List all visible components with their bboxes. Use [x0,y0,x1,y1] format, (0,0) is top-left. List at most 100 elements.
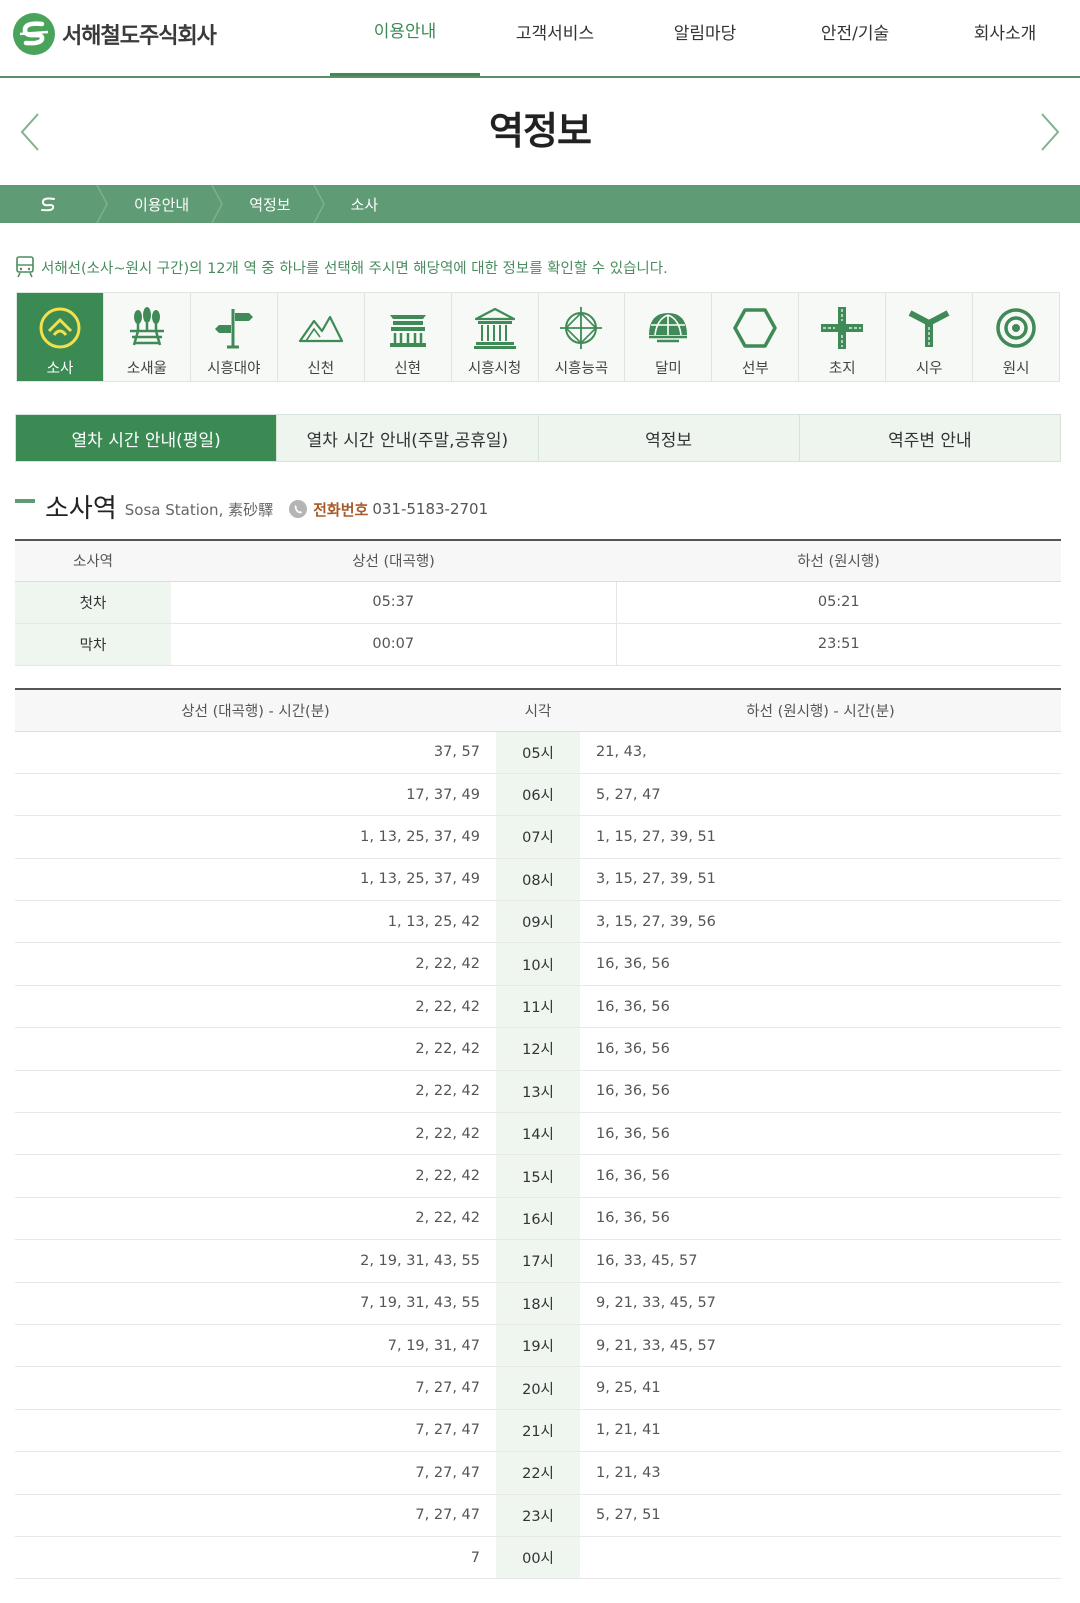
up-minutes: 37, 57 [15,731,496,774]
site-header: 서해철도주식회사 이용안내 고객서비스 알림마당 안전/기술 회사소개 [0,0,1080,78]
up-minutes: 7, 27, 47 [15,1494,496,1537]
station-label: 소새울 [126,361,167,377]
up-minutes: 2, 22, 42 [15,1112,496,1156]
hour-cell: 13시 [496,1070,580,1114]
station-label: 선부 [741,361,769,377]
station-label: 원시 [1002,361,1030,377]
info-text: 서해선(소사~원시 구간)의 12개 역 중 하나를 선택해 주시면 해당역에 … [41,260,668,277]
table-header: 시각 [496,689,580,732]
table-row: 1, 13, 25, 37, 49 08시 3, 15, 27, 39, 51 [15,858,1061,902]
down-time: 23:51 [616,623,1061,666]
gnb-item-notice[interactable]: 알림마당 [630,0,780,76]
train-icon [16,256,34,278]
hour-cell: 09시 [496,900,580,944]
station-item-siu[interactable]: 시우 [886,293,974,381]
logo-text: 서해철도주식회사 [62,24,217,49]
table-row: 37, 57 05시 21, 43, [15,731,1061,774]
crossroad-icon [821,307,864,349]
table-row: 7 00시 [15,1536,1061,1580]
station-item-sosa[interactable]: 소사 [17,293,104,381]
up-minutes: 1, 13, 25, 37, 49 [15,815,496,859]
hour-cell: 10시 [496,942,580,986]
up-minutes: 7, 19, 31, 43, 55 [15,1282,496,1325]
gnb-item-guide[interactable]: 이용안내 [330,0,480,76]
tab-nearby-info[interactable]: 역주변 안내 [799,415,1060,461]
table-row: 2, 22, 42 12시 16, 36, 56 [15,1027,1061,1071]
table-row: 7, 27, 47 21시 1, 21, 41 [15,1409,1061,1453]
station-selector: 소사 소새울 시흥대야 신천 신현 시흥시청 시흥능곡 달미 선부 초지 시우 … [16,292,1060,382]
down-minutes: 16, 36, 56 [580,1027,1061,1071]
row-label: 첫차 [15,581,171,624]
heading-bar [15,499,35,503]
table-row: 1, 13, 25, 42 09시 3, 15, 27, 39, 56 [15,900,1061,944]
home-logo-icon [41,197,55,212]
hour-cell: 11시 [496,985,580,1029]
hour-cell: 19시 [496,1324,580,1368]
station-item-siheungsicheong[interactable]: 시흥시청 [452,293,539,381]
table-header: 상선 (대곡행) [171,540,616,582]
breadcrumb-home[interactable] [0,185,96,223]
breadcrumb-item[interactable]: 역정보 [223,185,312,223]
station-label: 시흥시청 [467,361,522,377]
site-logo[interactable]: 서해철도주식회사 [12,12,217,56]
table-row: 7, 27, 47 22시 1, 21, 43 [15,1451,1061,1495]
up-minutes: 2, 22, 42 [15,942,496,986]
down-minutes: 1, 15, 27, 39, 51 [580,815,1061,859]
timetable: 상선 (대곡행) - 시간(분) 시각 하선 (원시행) - 시간(분) 37,… [15,688,1061,1580]
station-item-siheungdaeya[interactable]: 시흥대야 [191,293,278,381]
gnb-item-company[interactable]: 회사소개 [930,0,1080,76]
gnb-item-customer[interactable]: 고객서비스 [480,0,630,76]
phone-number[interactable]: 031-5183-2701 [372,500,488,518]
tab-weekday-timetable[interactable]: 열차 시간 안내(평일) [16,415,278,461]
up-minutes: 1, 13, 25, 37, 49 [15,858,496,902]
up-minutes: 17, 37, 49 [15,773,496,817]
down-minutes: 16, 36, 56 [580,985,1061,1029]
junction-icon [908,310,950,347]
hour-cell: 17시 [496,1239,580,1283]
up-minutes: 7, 27, 47 [15,1409,496,1453]
station-item-sincheon[interactable]: 신천 [278,293,365,381]
table-row: 2, 22, 42 14시 16, 36, 56 [15,1112,1061,1156]
table-row: 2, 22, 42 16시 16, 36, 56 [15,1197,1061,1241]
gnb-item-safety[interactable]: 안전/기술 [780,0,930,76]
breadcrumb-item[interactable]: 이용안내 [108,185,211,223]
hour-cell: 18시 [496,1282,580,1325]
phone-label: 전화번호 [313,500,369,519]
tab-station-info[interactable]: 역정보 [538,415,800,461]
hour-cell: 06시 [496,773,580,817]
station-item-siheungneunggok[interactable]: 시흥능곡 [539,293,626,381]
station-item-choji[interactable]: 초지 [799,293,887,381]
down-minutes: 3, 15, 27, 39, 51 [580,858,1061,902]
pavilion-icon [389,315,426,347]
down-minutes: 16, 36, 56 [580,1112,1061,1156]
station-label: 신현 [394,361,421,377]
hour-cell: 16시 [496,1197,580,1241]
logo-s-icon [13,13,55,55]
station-item-seonbu[interactable]: 선부 [712,293,800,381]
hour-cell: 14시 [496,1112,580,1156]
hexagon-icon [733,308,778,348]
breadcrumb-item[interactable]: 소사 [325,185,401,223]
next-arrow-icon[interactable] [1038,112,1062,152]
timetable-body: 37, 57 05시 21, 43, 17, 37, 49 06시 5, 27, 47 1,… [15,731,1061,1580]
down-minutes: 16, 36, 56 [580,942,1061,986]
table-header: 하선 (원시행) - 시간(분) [580,689,1061,732]
home-arch-icon [39,307,81,349]
down-minutes: 9, 25, 41 [580,1366,1061,1410]
table-header: 하선 (원시행) [616,540,1061,582]
target-icon [996,308,1036,348]
station-item-dalmi[interactable]: 달미 [625,293,713,381]
hour-cell: 05시 [496,731,580,774]
station-item-wonsi[interactable]: 원시 [973,293,1059,381]
breadcrumb-separator-icon [211,185,224,223]
table-row: 막차 00:07 23:51 [15,623,1061,666]
station-item-sosaeul[interactable]: 소새울 [104,293,191,381]
station-label: 시흥대야 [207,361,261,377]
table-row: 7, 19, 31, 47 19시 9, 21, 33, 45, 57 [15,1324,1061,1368]
station-item-sinhyeon[interactable]: 신현 [365,293,452,381]
hour-cell: 20시 [496,1366,580,1410]
hour-cell: 15시 [496,1154,580,1198]
down-minutes: 5, 27, 51 [580,1494,1061,1537]
tab-weekend-timetable[interactable]: 열차 시간 안내(주말,공휴일) [277,415,539,461]
down-minutes [580,1536,1061,1580]
